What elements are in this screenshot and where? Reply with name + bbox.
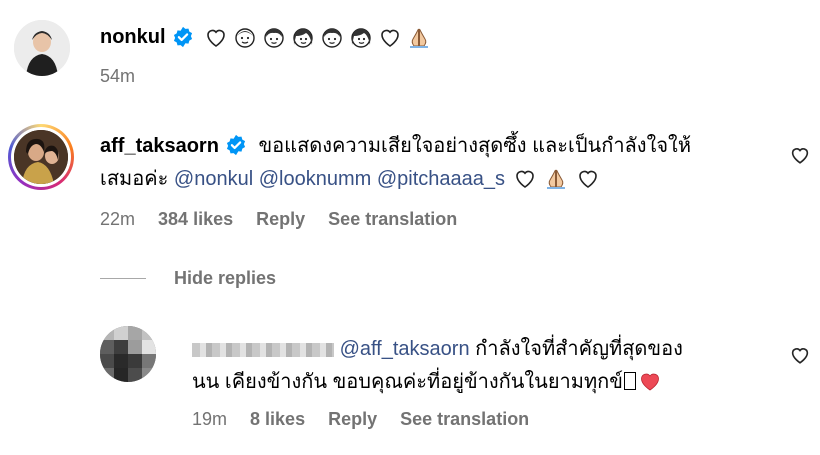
reply-see-translation[interactable]: See translation — [400, 409, 529, 429]
caption-time: 54m — [100, 66, 136, 86]
avatar-reply-user-blurred[interactable] — [100, 326, 156, 382]
comment-likes[interactable]: 384 likes — [158, 209, 233, 229]
white-heart-icon — [206, 29, 225, 47]
redacted-username[interactable] — [192, 342, 334, 357]
folded-hands-icon — [409, 28, 428, 48]
red-heart-icon — [641, 373, 659, 391]
replies-divider — [100, 278, 146, 279]
comment-time: 22m — [100, 209, 136, 229]
mention-nonkul[interactable]: @nonkul — [174, 168, 253, 190]
reply-likes[interactable]: 8 likes — [250, 409, 305, 429]
hide-replies-button[interactable]: Hide replies — [174, 268, 276, 289]
white-heart-icon-2 — [578, 170, 597, 188]
reply-text-line1: กำลังใจที่สำคัญที่สุดของ — [475, 338, 683, 360]
mention-pitchaaaa-s[interactable]: @pitchaaaa_s — [377, 168, 505, 190]
emoji-sequence — [202, 25, 431, 49]
comment-body: aff_taksaorn ขอแสดงความเสียใจอย่างสุดซึ้… — [100, 130, 760, 196]
username-aff-taksaorn[interactable]: aff_taksaorn — [100, 135, 219, 157]
reply-line-2: นน เคียงข้างกัน ขอบคุณค่ะที่อยู่ข้างกันใ… — [192, 366, 772, 399]
missing-glyph-box — [623, 372, 636, 390]
avatar-aff-taksaorn-story-ring[interactable] — [8, 124, 74, 190]
verified-badge-icon — [173, 26, 192, 48]
like-comment-heart-icon[interactable] — [790, 146, 810, 164]
comment-text-prefix: เสมอค่ะ — [100, 168, 169, 190]
profile-photo — [14, 130, 68, 184]
reply-text-line2: นน เคียงข้างกัน ขอบคุณค่ะที่อยู่ข้างกันใ… — [192, 371, 623, 393]
reply-time: 19m — [192, 409, 228, 429]
like-reply-heart-icon[interactable] — [790, 346, 810, 364]
folded-hands-icon — [547, 169, 566, 189]
comment-line-1: aff_taksaorn ขอแสดงความเสียใจอย่างสุดซึ้… — [100, 130, 760, 163]
reply-reply-button[interactable]: Reply — [328, 409, 377, 429]
man-face-icon — [234, 28, 255, 48]
boy-face-icon — [263, 28, 284, 48]
comment-meta: 22m 384 likes Reply See translation — [100, 209, 457, 230]
white-heart-icon — [515, 170, 534, 188]
caption-header: nonkul — [100, 22, 431, 52]
white-heart-icon-2 — [380, 29, 399, 47]
blurred-photo — [100, 326, 156, 382]
verified-badge-icon — [226, 134, 246, 156]
avatar-nonkul[interactable] — [14, 20, 70, 76]
reply-line-1: @aff_taksaorn กำลังใจที่สำคัญที่สุดของ — [192, 333, 772, 366]
woman-face-icon-2 — [350, 28, 371, 48]
comment-reply-button[interactable]: Reply — [256, 209, 305, 229]
username-nonkul[interactable]: nonkul — [100, 26, 166, 49]
mention-aff-taksaorn[interactable]: @aff_taksaorn — [340, 338, 470, 360]
boy-face-icon-2 — [321, 28, 342, 48]
profile-photo — [14, 20, 70, 76]
reply-body: @aff_taksaorn กำลังใจที่สำคัญที่สุดของ น… — [192, 333, 772, 399]
comment-see-translation[interactable]: See translation — [328, 209, 457, 229]
mention-looknumm[interactable]: @looknumm — [259, 168, 372, 190]
woman-face-icon — [292, 28, 313, 48]
comment-text-line1: ขอแสดงความเสียใจอย่างสุดซึ้ง และเป็นกำลั… — [258, 135, 692, 157]
comment-line-2: เสมอค่ะ @nonkul @looknumm @pitchaaaa_s — [100, 163, 760, 196]
reply-meta: 19m 8 likes Reply See translation — [192, 409, 529, 430]
